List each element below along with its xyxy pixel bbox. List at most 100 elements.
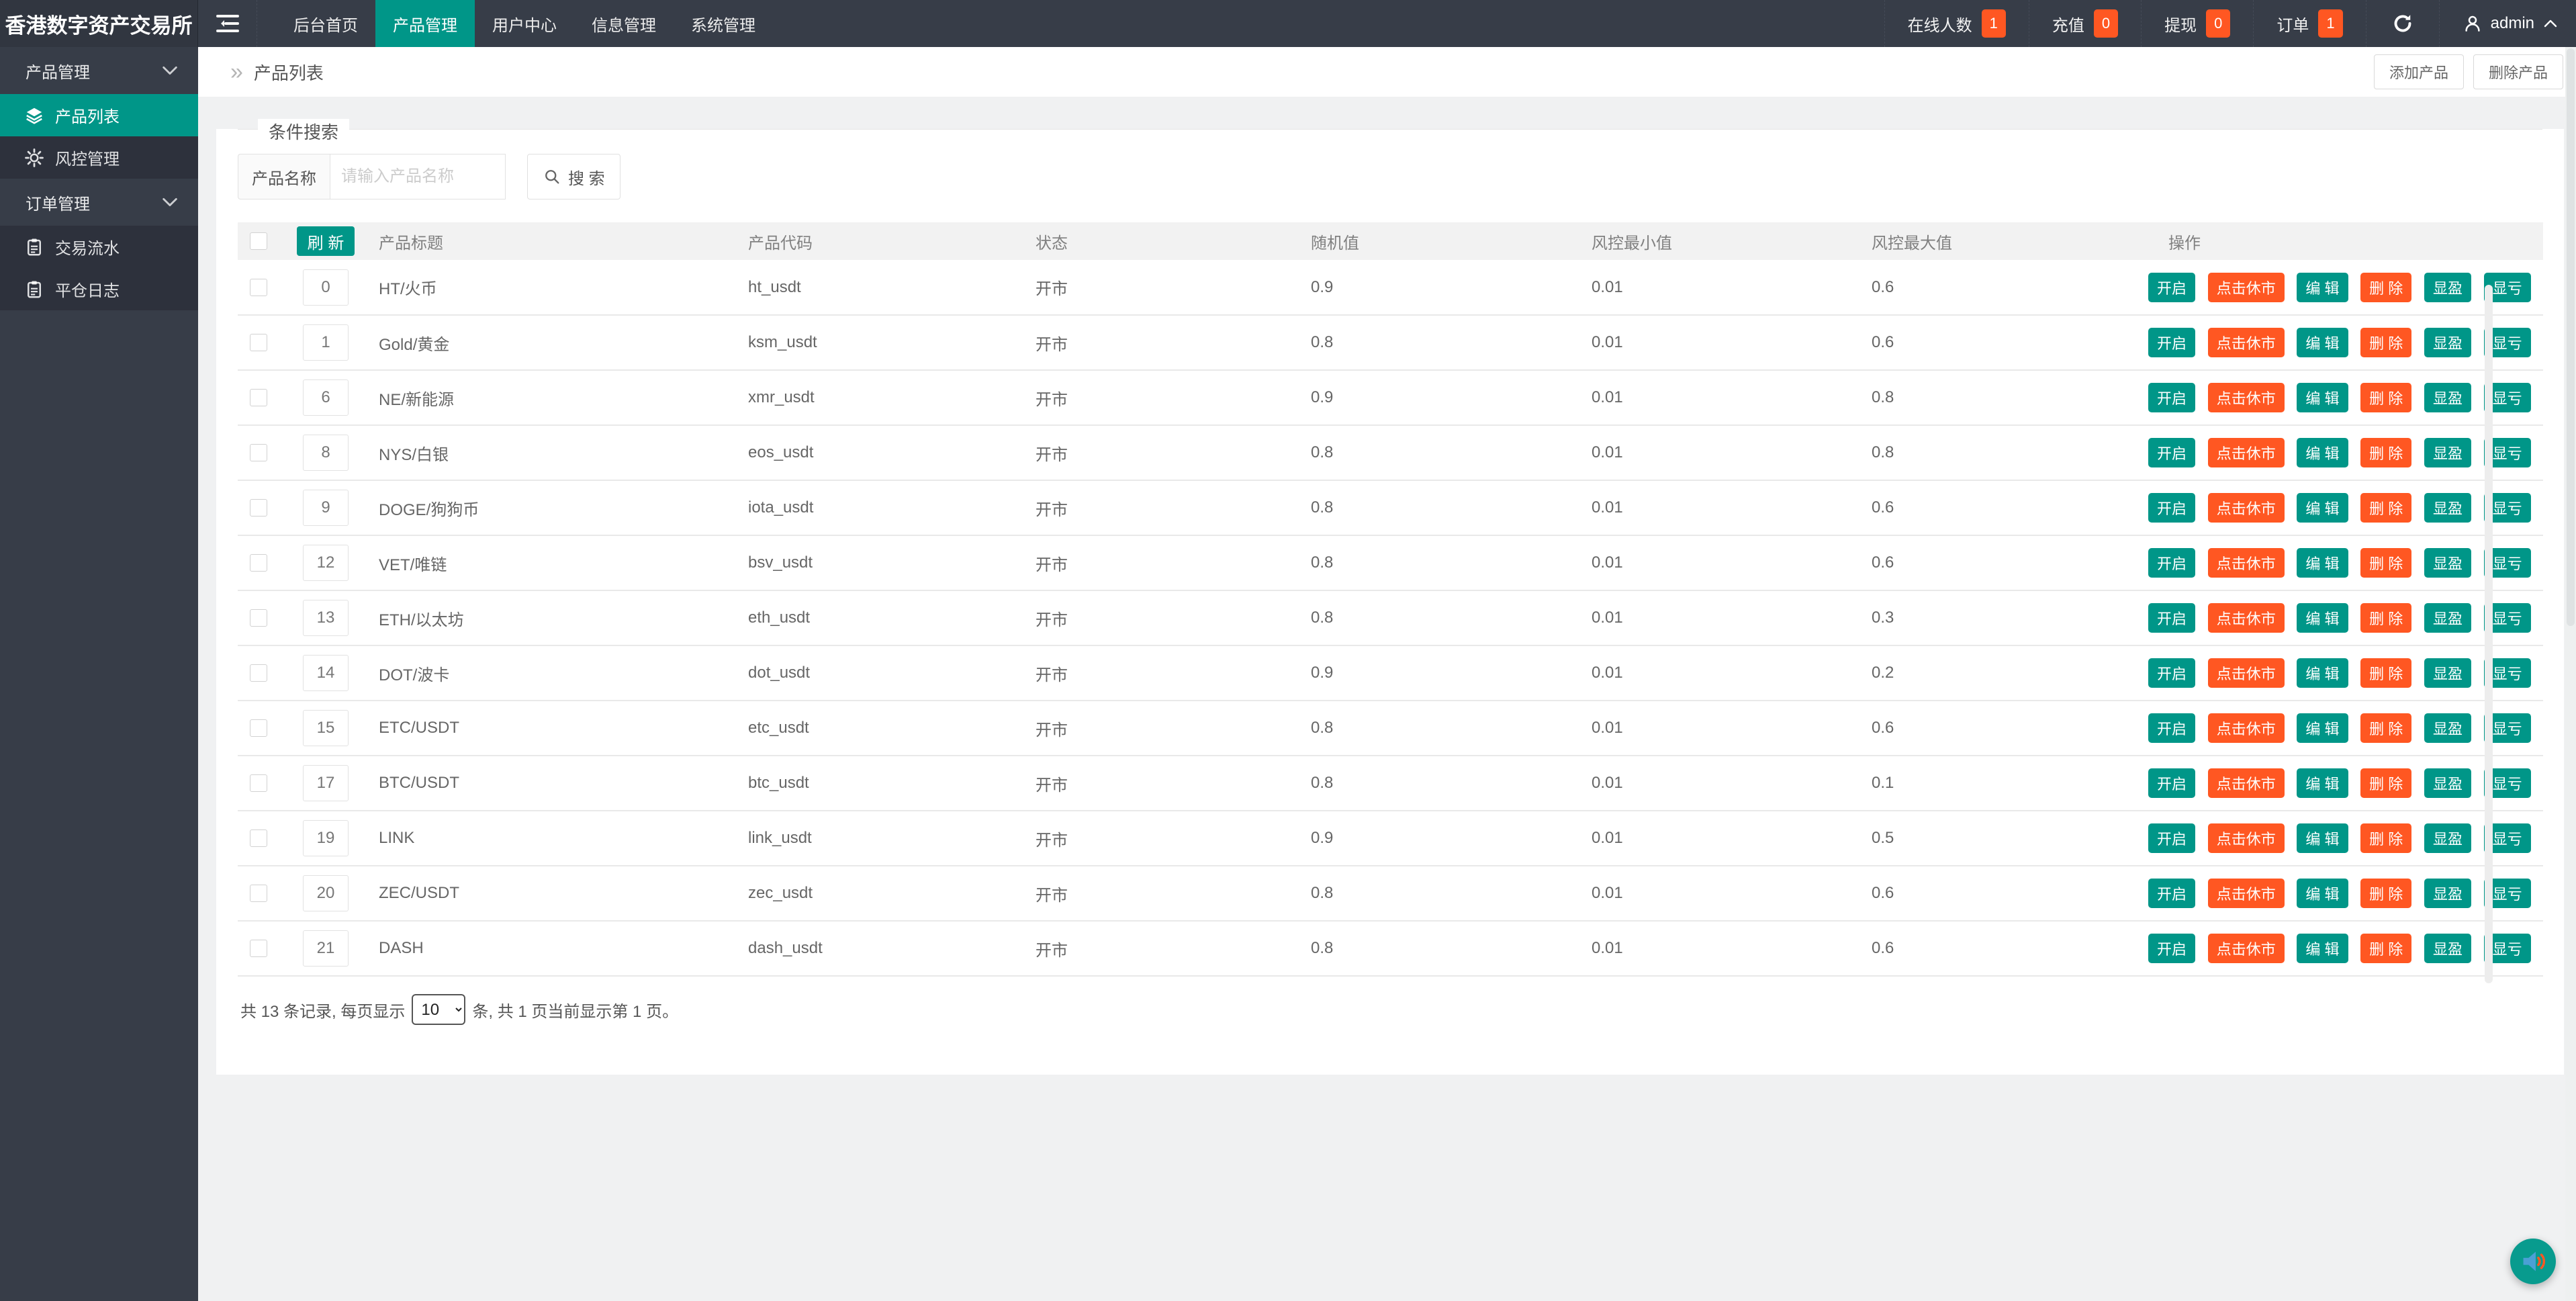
row-checkbox[interactable] [250, 334, 267, 351]
row-sort-id[interactable]: 17 [303, 765, 349, 801]
nav-item-users[interactable]: 用户中心 [475, 0, 574, 47]
sound-notification-button[interactable] [2510, 1239, 2556, 1284]
user-menu[interactable]: admin [2439, 0, 2576, 47]
edit-button[interactable]: 编 辑 [2297, 823, 2348, 853]
open-market-button[interactable]: 开启 [2148, 548, 2195, 578]
row-sort-id[interactable]: 9 [303, 490, 349, 526]
stat-withdraw[interactable]: 提现 0 [2141, 0, 2253, 47]
sidebar-item-close-log[interactable]: 平仓日志 [0, 268, 198, 310]
close-market-button[interactable]: 点击休市 [2208, 823, 2285, 853]
row-sort-id[interactable]: 19 [303, 820, 349, 856]
add-product-button[interactable]: 添加产品 [2374, 54, 2464, 89]
show-profit-button[interactable]: 显盈 [2424, 603, 2471, 633]
page-size-select[interactable]: 10 [412, 994, 465, 1025]
close-market-button[interactable]: 点击休市 [2208, 934, 2285, 963]
row-checkbox[interactable] [250, 774, 267, 792]
delete-button[interactable]: 删 除 [2360, 658, 2411, 688]
open-market-button[interactable]: 开启 [2148, 273, 2195, 302]
show-profit-button[interactable]: 显盈 [2424, 328, 2471, 357]
edit-button[interactable]: 编 辑 [2297, 603, 2348, 633]
nav-item-products[interactable]: 产品管理 [375, 0, 475, 47]
product-name-input[interactable] [330, 154, 506, 199]
row-sort-id[interactable]: 21 [303, 930, 349, 967]
row-sort-id[interactable]: 14 [303, 655, 349, 691]
brand-title[interactable]: 香港数字资产交易所 [0, 0, 198, 47]
edit-button[interactable]: 编 辑 [2297, 658, 2348, 688]
open-market-button[interactable]: 开启 [2148, 823, 2195, 853]
close-market-button[interactable]: 点击休市 [2208, 548, 2285, 578]
row-sort-id[interactable]: 20 [303, 875, 349, 911]
row-checkbox[interactable] [250, 829, 267, 847]
delete-button[interactable]: 删 除 [2360, 713, 2411, 743]
close-market-button[interactable]: 点击休市 [2208, 328, 2285, 357]
show-profit-button[interactable]: 显盈 [2424, 273, 2471, 302]
delete-product-button[interactable]: 删除产品 [2473, 54, 2563, 89]
open-market-button[interactable]: 开启 [2148, 603, 2195, 633]
show-profit-button[interactable]: 显盈 [2424, 438, 2471, 467]
edit-button[interactable]: 编 辑 [2297, 383, 2348, 412]
row-checkbox[interactable] [250, 444, 267, 461]
edit-button[interactable]: 编 辑 [2297, 548, 2348, 578]
edit-button[interactable]: 编 辑 [2297, 879, 2348, 908]
row-checkbox[interactable] [250, 499, 267, 517]
row-sort-id[interactable]: 13 [303, 600, 349, 636]
nav-item-system[interactable]: 系统管理 [674, 0, 773, 47]
refresh-icon[interactable] [2366, 0, 2439, 47]
sidebar-item-risk-mgmt[interactable]: 风控管理 [0, 136, 198, 179]
show-profit-button[interactable]: 显盈 [2424, 934, 2471, 963]
page-scrollbar-thumb[interactable] [2567, 48, 2575, 626]
delete-button[interactable]: 删 除 [2360, 383, 2411, 412]
show-profit-button[interactable]: 显盈 [2424, 768, 2471, 798]
delete-button[interactable]: 删 除 [2360, 934, 2411, 963]
stat-online-count[interactable]: 在线人数 1 [1884, 0, 2029, 47]
sidebar-item-trade-flow[interactable]: 交易流水 [0, 226, 198, 268]
select-all-checkbox[interactable] [250, 232, 267, 250]
sidebar-group-product-mgmt[interactable]: 产品管理 [0, 47, 198, 94]
delete-button[interactable]: 删 除 [2360, 603, 2411, 633]
sidebar-group-order-mgmt[interactable]: 订单管理 [0, 179, 198, 226]
table-refresh-button[interactable]: 刷 新 [297, 226, 355, 256]
row-checkbox[interactable] [250, 279, 267, 296]
open-market-button[interactable]: 开启 [2148, 328, 2195, 357]
row-sort-id[interactable]: 6 [303, 379, 349, 416]
row-sort-id[interactable]: 12 [303, 545, 349, 581]
delete-button[interactable]: 删 除 [2360, 493, 2411, 523]
row-checkbox[interactable] [250, 609, 267, 627]
close-market-button[interactable]: 点击休市 [2208, 273, 2285, 302]
show-profit-button[interactable]: 显盈 [2424, 493, 2471, 523]
edit-button[interactable]: 编 辑 [2297, 493, 2348, 523]
delete-button[interactable]: 删 除 [2360, 879, 2411, 908]
delete-button[interactable]: 删 除 [2360, 768, 2411, 798]
close-market-button[interactable]: 点击休市 [2208, 438, 2285, 467]
open-market-button[interactable]: 开启 [2148, 768, 2195, 798]
edit-button[interactable]: 编 辑 [2297, 328, 2348, 357]
open-market-button[interactable]: 开启 [2148, 934, 2195, 963]
row-checkbox[interactable] [250, 389, 267, 406]
edit-button[interactable]: 编 辑 [2297, 713, 2348, 743]
delete-button[interactable]: 删 除 [2360, 548, 2411, 578]
sidebar-item-product-list[interactable]: 产品列表 [0, 94, 198, 136]
row-sort-id[interactable]: 1 [303, 324, 349, 361]
nav-item-dashboard[interactable]: 后台首页 [276, 0, 375, 47]
show-profit-button[interactable]: 显盈 [2424, 879, 2471, 908]
close-market-button[interactable]: 点击休市 [2208, 713, 2285, 743]
show-profit-button[interactable]: 显盈 [2424, 823, 2471, 853]
row-checkbox[interactable] [250, 719, 267, 737]
show-profit-button[interactable]: 显盈 [2424, 658, 2471, 688]
edit-button[interactable]: 编 辑 [2297, 273, 2348, 302]
delete-button[interactable]: 删 除 [2360, 328, 2411, 357]
close-market-button[interactable]: 点击休市 [2208, 879, 2285, 908]
page-scrollbar[interactable] [2565, 47, 2576, 1301]
open-market-button[interactable]: 开启 [2148, 438, 2195, 467]
open-market-button[interactable]: 开启 [2148, 713, 2195, 743]
close-market-button[interactable]: 点击休市 [2208, 658, 2285, 688]
open-market-button[interactable]: 开启 [2148, 879, 2195, 908]
delete-button[interactable]: 删 除 [2360, 273, 2411, 302]
table-scrollbar[interactable] [2485, 285, 2493, 983]
delete-button[interactable]: 删 除 [2360, 823, 2411, 853]
open-market-button[interactable]: 开启 [2148, 493, 2195, 523]
close-market-button[interactable]: 点击休市 [2208, 493, 2285, 523]
close-market-button[interactable]: 点击休市 [2208, 383, 2285, 412]
show-profit-button[interactable]: 显盈 [2424, 383, 2471, 412]
row-sort-id[interactable]: 8 [303, 435, 349, 471]
